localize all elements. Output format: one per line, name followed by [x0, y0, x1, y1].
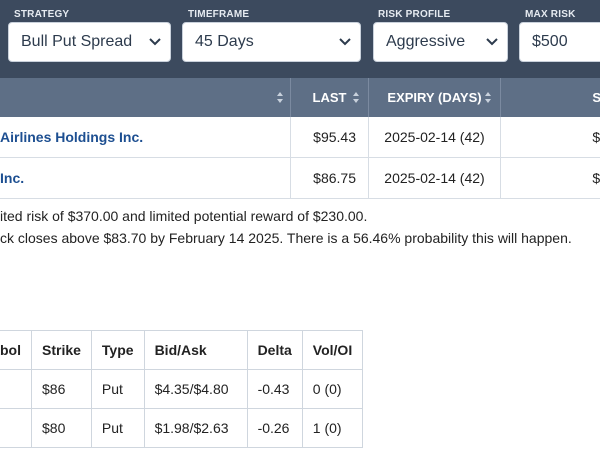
leg-strike: $86: [31, 369, 92, 409]
last-price: $86.75: [290, 158, 368, 198]
column-header-delta: Delta: [246, 330, 303, 370]
column-header-symbol: bol: [0, 330, 32, 370]
risk-profile-select[interactable]: Aggressive: [373, 22, 508, 62]
table-row: $80 Put $1.98/$2.63 -0.26 1 (0): [0, 408, 364, 448]
strike-value: $8: [500, 158, 600, 198]
last-price: $95.43: [290, 117, 368, 157]
timeframe-select[interactable]: 45 Days: [182, 22, 361, 62]
trade-summary-line-2: ck closes above $83.70 by February 14 20…: [0, 230, 572, 246]
column-header-strike[interactable]: S: [500, 78, 600, 117]
column-header-expiry[interactable]: EXPIRY (DAYS): [368, 78, 500, 117]
trade-summary-line-1: ited risk of $370.00 and limited potenti…: [0, 208, 368, 224]
chevron-down-icon: [486, 38, 498, 46]
leg-strike: $80: [31, 408, 92, 448]
strike-value-text: $8: [592, 170, 600, 186]
table-row: Inc. $86.75 2025-02-14 (42) $8: [0, 158, 600, 199]
sort-icon[interactable]: [276, 91, 284, 104]
table-row: Airlines Holdings Inc. $95.43 2025-02-14…: [0, 117, 600, 158]
risk-profile-value: Aggressive: [386, 33, 466, 50]
option-legs-table: bol Strike Type Bid/Ask Delta Vol/OI $86…: [0, 330, 364, 448]
sort-icon[interactable]: [484, 91, 492, 104]
strategy-select[interactable]: Bull Put Spread: [8, 22, 171, 62]
strategy-label: STRATEGY: [14, 9, 70, 20]
column-header-vol-oi: Vol/OI: [301, 330, 364, 370]
strike-value: $9: [500, 117, 600, 157]
max-risk-label: MAX RISK: [525, 9, 576, 20]
expiry-date: 2025-02-14 (42): [368, 117, 500, 157]
table-row: $86 Put $4.35/$4.80 -0.43 0 (0): [0, 369, 364, 409]
leg-delta: -0.43: [246, 369, 303, 409]
leg-type: Put: [90, 408, 145, 448]
column-header-bid-ask: Bid/Ask: [143, 330, 248, 370]
leg-symbol: [0, 369, 32, 409]
timeframe-value: 45 Days: [195, 33, 254, 50]
expiry-date: 2025-02-14 (42): [368, 158, 500, 198]
chevron-down-icon: [149, 38, 161, 46]
column-header-last-label: LAST: [312, 90, 347, 105]
company-cell: Inc.: [0, 158, 290, 198]
strategy-value: Bull Put Spread: [21, 33, 133, 50]
column-header-expiry-label: EXPIRY (DAYS): [387, 90, 482, 105]
leg-delta: -0.26: [246, 408, 303, 448]
column-header-strike-label: S: [592, 90, 600, 105]
filter-bar: STRATEGY Bull Put Spread TIMEFRAME 45 Da…: [0, 0, 600, 78]
results-table-header: LAST EXPIRY (DAYS) S: [0, 78, 600, 117]
sort-icon[interactable]: [352, 91, 360, 104]
timeframe-label: TIMEFRAME: [188, 9, 250, 20]
company-cell: Airlines Holdings Inc.: [0, 117, 290, 157]
max-risk-input[interactable]: $500: [519, 22, 600, 62]
max-risk-value: $500: [532, 33, 568, 50]
column-header-strike: Strike: [31, 330, 92, 370]
leg-vol-oi: 1 (0): [301, 408, 364, 448]
table-header-row: bol Strike Type Bid/Ask Delta Vol/OI: [0, 330, 364, 370]
chevron-down-icon: [339, 38, 351, 46]
leg-type: Put: [90, 369, 145, 409]
leg-bid-ask: $1.98/$2.63: [143, 408, 248, 448]
strike-value-text: $9: [592, 129, 600, 145]
company-link[interactable]: Inc.: [0, 170, 24, 186]
company-link[interactable]: Airlines Holdings Inc.: [0, 129, 143, 145]
leg-vol-oi: 0 (0): [301, 369, 364, 409]
leg-bid-ask: $4.35/$4.80: [143, 369, 248, 409]
column-header-type: Type: [90, 330, 145, 370]
risk-profile-label: RISK PROFILE: [378, 9, 451, 20]
leg-symbol: [0, 408, 32, 448]
